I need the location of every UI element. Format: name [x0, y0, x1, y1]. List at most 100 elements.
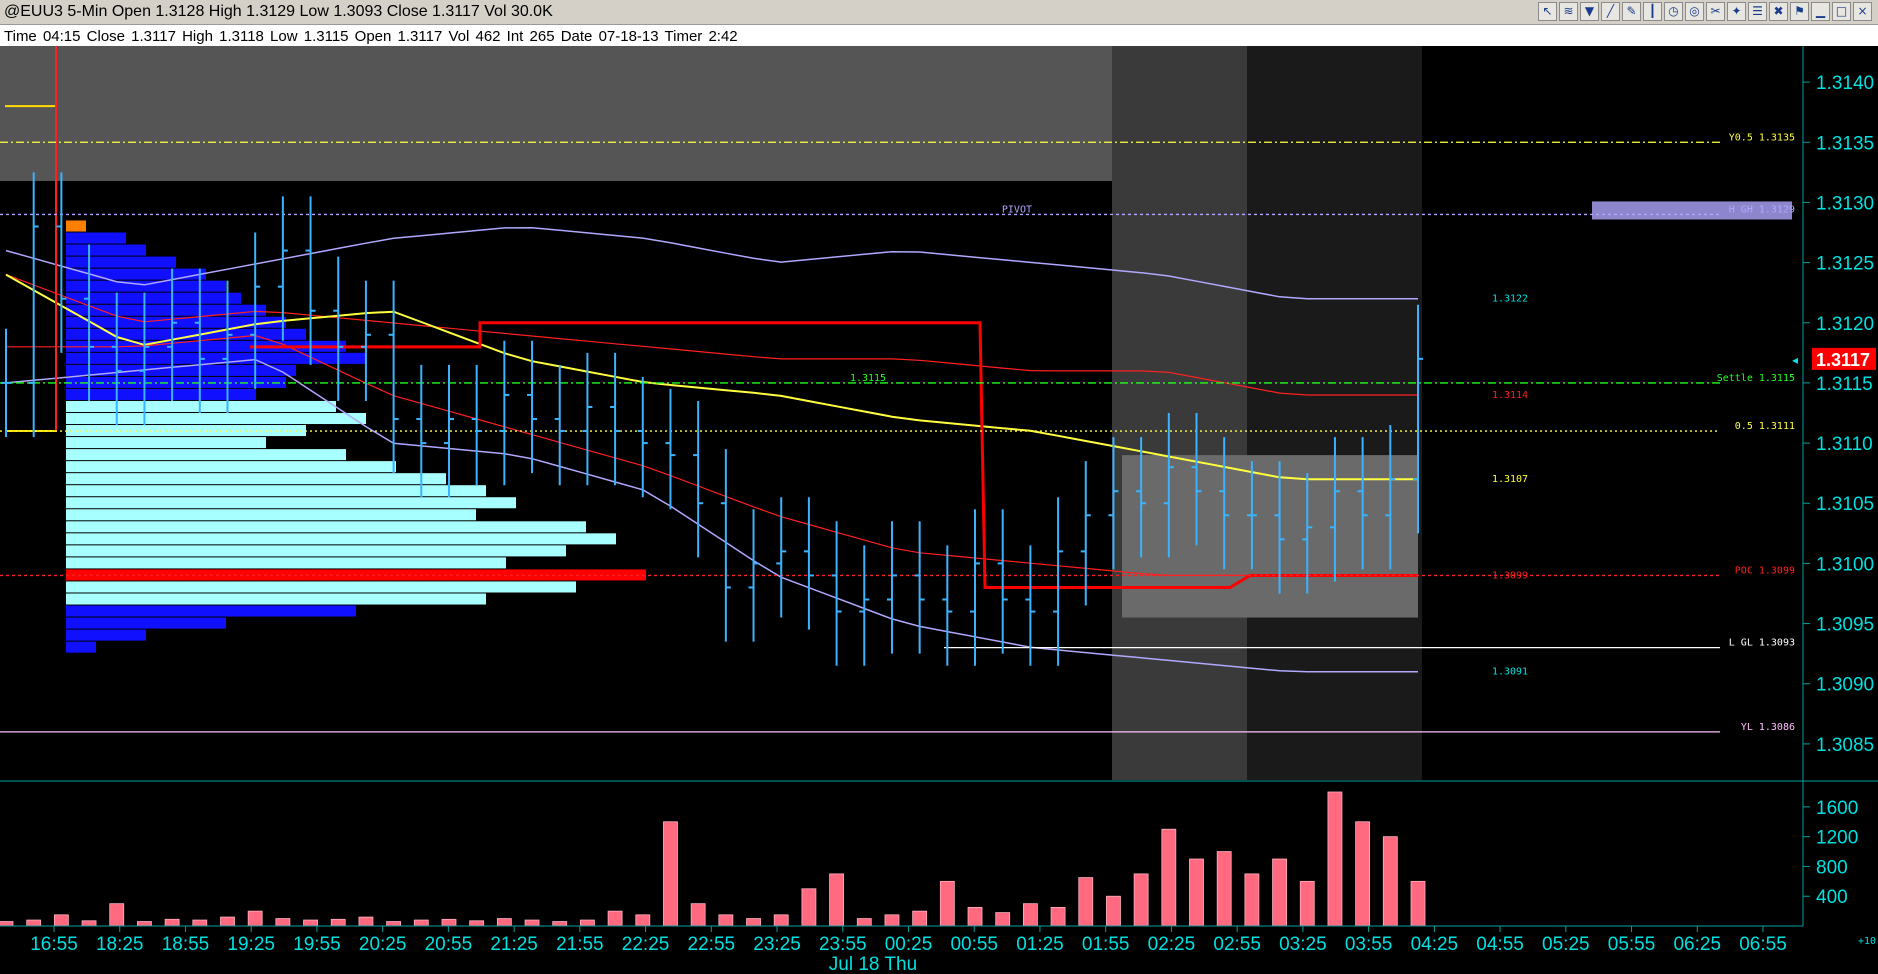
price-tick-label: 1.3115 — [1816, 374, 1873, 395]
volume-bar — [1050, 906, 1066, 927]
chart-toolbar: ↖ ≋ ▼ ╱ ✎ ┃ ◷ ◎ ✂ ✦ ☰ ✖ ⚑ ▁ □ × — [1538, 2, 1872, 22]
volume-bar — [330, 918, 346, 927]
time-tick-label: 19:25 — [227, 934, 275, 955]
time-tick-label: 16:55 — [30, 934, 78, 955]
time-tick-label: 22:25 — [622, 934, 670, 955]
indicator-icon[interactable]: ▼ — [1580, 2, 1599, 21]
time-tick-label: 05:25 — [1542, 934, 1590, 955]
band-value-label: 1.3107 — [1492, 474, 1528, 485]
price-tick-label: 1.3125 — [1816, 254, 1874, 275]
time-tick-label: 18:55 — [162, 934, 210, 955]
volume-bar — [275, 918, 291, 927]
close-icon[interactable]: × — [1853, 2, 1872, 21]
volume-bar — [801, 888, 817, 927]
current-price-arrow: ◂ — [1792, 353, 1798, 367]
volume-bar — [524, 919, 540, 927]
volume-bar — [939, 880, 955, 927]
volume-bar — [496, 918, 512, 927]
volume-bar — [1161, 828, 1177, 927]
time-tick-label: 20:55 — [425, 934, 473, 955]
profile-row — [66, 593, 486, 605]
time-tick-label: 04:25 — [1411, 934, 1459, 955]
clock-icon[interactable]: ◷ — [1664, 2, 1683, 21]
time-tick-label: 00:55 — [950, 934, 998, 955]
volume-bar — [912, 910, 928, 927]
price-tick-label: 1.3090 — [1816, 675, 1874, 696]
volume-bar — [303, 919, 318, 927]
volume-bar — [746, 918, 761, 927]
time-tick-label: 22:55 — [688, 934, 736, 955]
profile-row — [66, 400, 336, 412]
profile-row — [66, 605, 356, 617]
volume-bar — [413, 919, 429, 927]
prior-session-shade — [0, 46, 1112, 181]
profile-row — [66, 449, 346, 461]
overnight-shade — [1112, 46, 1247, 780]
profile-row — [66, 533, 616, 545]
volume-bar — [552, 921, 568, 927]
time-tick-label: 19:55 — [293, 934, 341, 955]
volume-tick-label: 1600 — [1816, 798, 1858, 819]
price-tick-label: 1.3100 — [1816, 554, 1874, 575]
volume-bar — [1189, 858, 1204, 927]
profile-row — [66, 292, 241, 304]
volume-bar — [580, 919, 595, 927]
maximize-icon[interactable]: □ — [1832, 2, 1851, 21]
price-tick-label: 1.3085 — [1816, 735, 1874, 756]
time-tick-label: 21:25 — [490, 934, 538, 955]
volume-bar — [635, 914, 651, 927]
volume-bar — [1022, 903, 1038, 927]
profile-row — [66, 521, 586, 533]
volume-bar — [995, 912, 1011, 927]
volume-bar — [386, 921, 402, 927]
volume-bar — [607, 910, 623, 927]
time-tick-label: 18:25 — [96, 934, 144, 955]
price-tick-label: 1.3120 — [1816, 314, 1874, 335]
tool-icon[interactable]: ✂ — [1706, 2, 1725, 21]
profile-row — [66, 473, 446, 485]
data-window-bar: Time 04:15 Close 1.3117 High 1.3118 Low … — [0, 25, 1878, 47]
marker-icon[interactable]: ✦ — [1727, 2, 1746, 21]
pencil-icon[interactable]: ✎ — [1622, 2, 1641, 21]
volume-bar — [856, 918, 872, 927]
chart-style-icon[interactable]: ≋ — [1559, 2, 1578, 21]
volume-bar — [441, 918, 457, 927]
draw-icon[interactable]: ╱ — [1601, 2, 1620, 21]
volume-bar — [247, 910, 263, 927]
target-icon[interactable]: ◎ — [1685, 2, 1704, 21]
price-chart[interactable]: 1.3140 1.3135 1.3130 1.3125 1.3120 1.3115 1.31… — [0, 46, 1878, 974]
window-title: @EUU3 5-Min Open 1.3128 High 1.3129 Low … — [4, 3, 553, 20]
window-titlebar: @EUU3 5-Min Open 1.3128 High 1.3129 Low … — [0, 0, 1878, 25]
profile-row — [66, 557, 506, 569]
volume-bar — [358, 916, 374, 927]
cursor-icon[interactable]: ↖ — [1538, 2, 1557, 21]
volume-tick-label: 400 — [1816, 887, 1848, 908]
profile-row — [66, 545, 566, 557]
volume-bar — [192, 919, 208, 927]
flag-icon[interactable]: ⚑ — [1790, 2, 1809, 21]
profile-row — [66, 461, 396, 473]
price-tick-label: 1.3140 — [1816, 73, 1874, 94]
time-tick-label: 20:25 — [359, 934, 407, 955]
delete-icon[interactable]: ✖ — [1769, 2, 1788, 21]
minimize-icon[interactable]: ▁ — [1811, 2, 1830, 21]
bar-style-icon[interactable]: ┃ — [1643, 2, 1662, 21]
profile-row — [66, 629, 146, 641]
menu-icon[interactable]: ☰ — [1748, 2, 1767, 21]
time-tick-label: 01:25 — [1016, 934, 1064, 955]
time-tick-label: 00:25 — [885, 934, 933, 955]
time-tick-label: 21:55 — [556, 934, 604, 955]
volume-bar — [137, 921, 152, 927]
volume-bar — [469, 920, 485, 927]
volume-bar — [884, 914, 900, 927]
volume-tick-label: 800 — [1816, 857, 1848, 878]
volume-bar — [1410, 880, 1426, 927]
volume-bar — [773, 914, 789, 927]
level-label: PIVOT — [1002, 204, 1032, 215]
level-label: POC 1.3099 — [1735, 565, 1795, 576]
time-tick-label: 02:55 — [1213, 934, 1261, 955]
profile-row — [66, 617, 226, 629]
profile-row — [66, 256, 176, 268]
price-tick-label: 1.3135 — [1816, 133, 1874, 154]
price-tick-label: 1.3105 — [1816, 494, 1874, 515]
